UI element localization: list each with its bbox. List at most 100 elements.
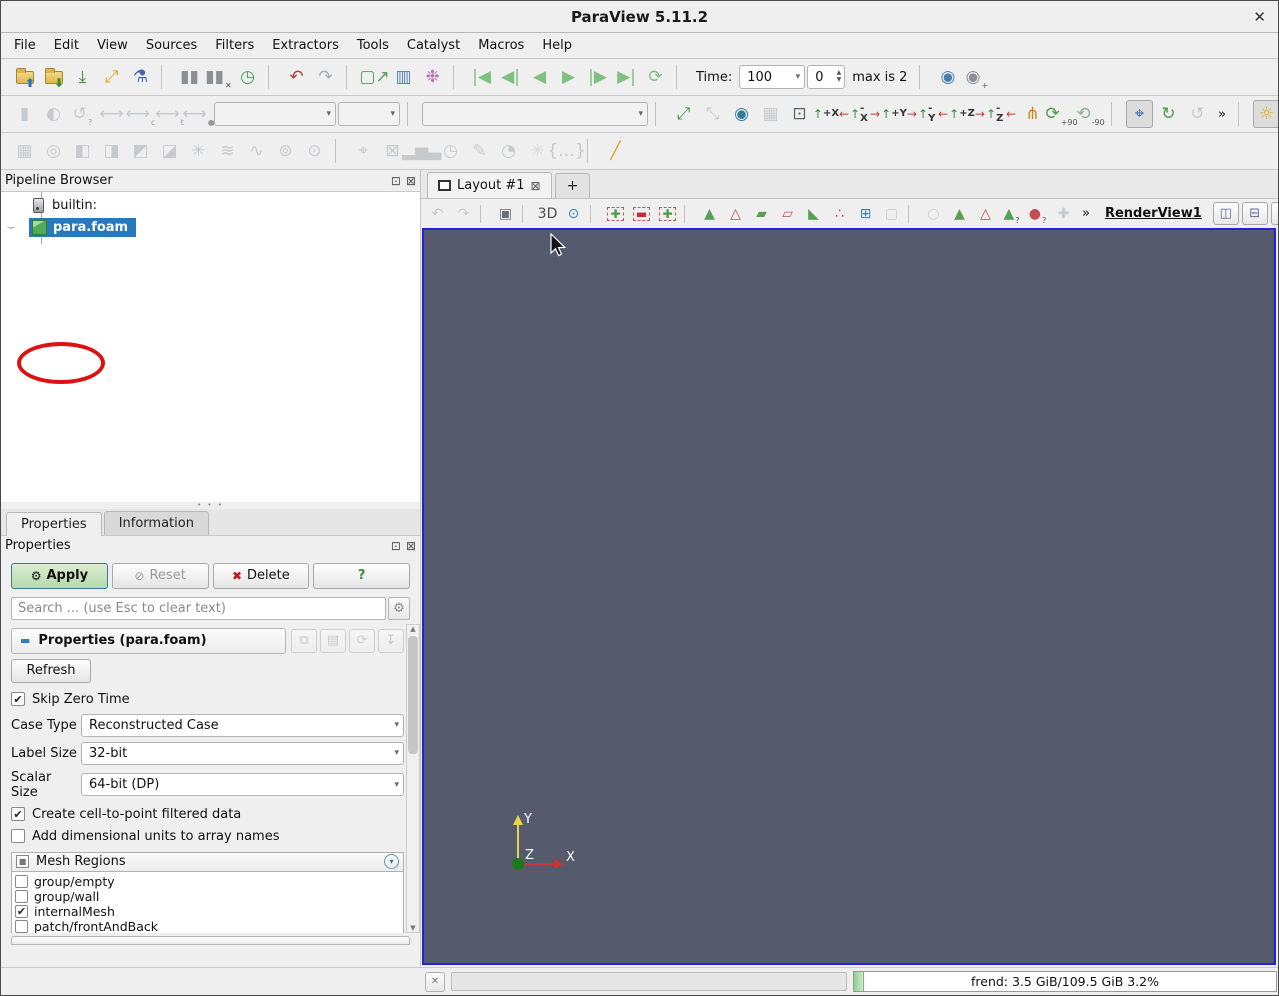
add-layout-tab-button[interactable]: +: [555, 173, 591, 198]
menu-view[interactable]: View: [88, 35, 137, 56]
loop-icon[interactable]: ⟳: [642, 63, 669, 91]
menu-catalyst[interactable]: Catalyst: [398, 35, 469, 56]
interactive-select-points-icon[interactable]: △: [973, 202, 998, 226]
mesh-region-checkbox[interactable]: ✔: [15, 905, 28, 918]
selected-source-row[interactable]: para.foam: [29, 218, 136, 237]
mesh-region-item[interactable]: ✔internalMesh: [15, 904, 403, 919]
tab-properties[interactable]: Properties: [6, 512, 102, 536]
show-orientation-axes-icon[interactable]: ⌖: [1126, 100, 1153, 128]
mesh-regions-dropdown-icon[interactable]: ▾: [384, 854, 399, 869]
next-frame-icon[interactable]: |▶: [584, 63, 611, 91]
rotate-90-clockwise-icon[interactable]: ⟳+90: [1048, 100, 1075, 128]
mesh-region-item[interactable]: group/wall: [15, 889, 403, 904]
label-size-combo[interactable]: 32-bit▾: [81, 742, 404, 765]
visibility-eye-icon[interactable]: ⌣: [1, 220, 21, 235]
properties-scrollbar[interactable]: ▲ ▼: [406, 624, 420, 934]
save-state-icon[interactable]: ⬇: [40, 63, 67, 91]
isometric-view-icon[interactable]: ⋔: [1019, 100, 1046, 128]
interactive-select-cells-icon[interactable]: ▲: [947, 202, 972, 226]
refresh-button[interactable]: Refresh: [11, 659, 91, 683]
select-cells-through-icon[interactable]: ▰: [749, 202, 774, 226]
search-input[interactable]: [11, 597, 386, 620]
select-points-on-icon[interactable]: △: [723, 202, 748, 226]
help-button[interactable]: ?: [313, 563, 410, 589]
select-block-icon[interactable]: ⊞: [853, 202, 878, 226]
menu-file[interactable]: File: [5, 35, 45, 56]
tab-layout-1[interactable]: Layout #1 ⊠: [427, 172, 552, 198]
auto-apply-icon[interactable]: ⤢: [98, 63, 125, 91]
mesh-region-checkbox[interactable]: [15, 890, 28, 903]
pipeline-close-icon[interactable]: ⊠: [406, 174, 416, 188]
reset-session-icon[interactable]: ▢↗: [361, 63, 388, 91]
split-horizontal-button[interactable]: ◫: [1213, 202, 1239, 225]
select-points-polygon-icon[interactable]: ∴: [827, 202, 852, 226]
menu-filters[interactable]: Filters: [206, 35, 263, 56]
time-value-combo[interactable]: 100▾: [739, 65, 805, 89]
modify-selection-icon[interactable]: ✚: [655, 202, 680, 226]
scroll-up-arrow-icon[interactable]: ▲: [410, 625, 415, 633]
disconnect-server-icon[interactable]: ▮▮✕: [205, 63, 232, 91]
mesh-region-item[interactable]: patch/frontAndBack: [15, 919, 403, 934]
abort-progress-button[interactable]: ✕: [425, 972, 445, 992]
mesh-region-checkbox[interactable]: [15, 920, 28, 933]
subtract-selection-icon[interactable]: ▬: [629, 202, 654, 226]
tab-information[interactable]: Information: [104, 511, 209, 535]
skip-zero-time-row[interactable]: ✔ Skip Zero Time: [11, 692, 404, 707]
redo-icon[interactable]: ↷: [312, 63, 339, 91]
favorites-flask-icon[interactable]: ⚗: [127, 63, 154, 91]
skip-zero-time-checkbox[interactable]: ✔: [11, 692, 25, 706]
menu-macros[interactable]: Macros: [469, 35, 533, 56]
maximize-view-button[interactable]: □: [1271, 202, 1279, 225]
light-kit-icon[interactable]: ☼: [1253, 100, 1279, 128]
set-view-plus-z-button[interactable]: ↑+Z→: [951, 100, 983, 128]
menu-help[interactable]: Help: [533, 35, 581, 56]
camera-add-icon[interactable]: ◉+: [963, 63, 990, 91]
pipeline-item-builtin[interactable]: builtin:: [1, 194, 420, 216]
collapse-dash-icon[interactable]: ▬: [20, 634, 30, 647]
dimensional-units-row[interactable]: Add dimensional units to array names: [11, 829, 404, 844]
panel-splitter-handle[interactable]: [1, 502, 420, 509]
mesh-region-checkbox[interactable]: [15, 875, 28, 888]
hover-cells-query-icon[interactable]: ▲?: [999, 202, 1024, 226]
hover-points-query-icon[interactable]: ●?: [1025, 202, 1050, 226]
last-frame-icon[interactable]: ▶|: [613, 63, 640, 91]
set-view-plus-x-button[interactable]: ↑+X←: [815, 100, 847, 128]
split-vertical-button[interactable]: ⊟: [1242, 202, 1268, 225]
properties-float-icon[interactable]: ⊡: [391, 539, 401, 553]
delete-button[interactable]: ✖ Delete: [213, 563, 310, 589]
first-frame-icon[interactable]: |◀: [468, 63, 495, 91]
mesh-regions-tristate-checkbox[interactable]: ■: [16, 855, 29, 868]
cell-to-point-row[interactable]: ✔ Create cell-to-point filtered data: [11, 807, 404, 822]
adjust-camera-icon[interactable]: ⊙: [561, 202, 586, 226]
menu-tools[interactable]: Tools: [348, 35, 398, 56]
cell-to-point-checkbox[interactable]: ✔: [11, 807, 25, 821]
mesh-region-item[interactable]: group/empty: [15, 874, 403, 889]
window-close-icon[interactable]: ✕: [1253, 8, 1266, 26]
color-palette-icon[interactable]: ❉: [419, 63, 446, 91]
set-view-minus-z-button[interactable]: ↑-Z←: [985, 100, 1017, 128]
select-cells-polygon-icon[interactable]: ◣: [801, 202, 826, 226]
toggle-interaction-mode-button[interactable]: 3D: [535, 202, 560, 226]
show-center-of-rotation-icon[interactable]: ↻: [1155, 100, 1182, 128]
select-cells-on-icon[interactable]: ▲: [697, 202, 722, 226]
connect-server-icon[interactable]: ▮▮: [176, 63, 203, 91]
set-view-minus-y-button[interactable]: ↑-Y←: [917, 100, 949, 128]
zoom-closest-to-data-icon[interactable]: ◉: [728, 100, 755, 128]
apply-button[interactable]: ⚙ Apply: [11, 563, 108, 589]
extract-selection-icon[interactable]: ▥: [390, 63, 417, 91]
search-options-gear-icon[interactable]: ⚙: [388, 597, 410, 620]
reverse-play-icon[interactable]: ◀: [526, 63, 553, 91]
layout-tab-close-icon[interactable]: ⊠: [531, 179, 541, 193]
scrollbar-thumb[interactable]: [408, 636, 418, 754]
menu-extractors[interactable]: Extractors: [263, 35, 348, 56]
capture-screenshot-icon[interactable]: ▣: [493, 202, 518, 226]
add-selection-icon[interactable]: ✚: [603, 202, 628, 226]
zoom-to-box-icon[interactable]: ⊡: [786, 100, 813, 128]
properties-close-icon[interactable]: ⊠: [406, 539, 416, 553]
frame-spinbox[interactable]: 0▲▼: [807, 65, 845, 89]
pipeline-float-icon[interactable]: ⊡: [391, 174, 401, 188]
render-view[interactable]: Y X Z: [422, 228, 1276, 965]
ruler-icon[interactable]: ╱: [602, 137, 629, 165]
set-view-minus-x-button[interactable]: ↑-X→: [849, 100, 881, 128]
scroll-down-arrow-icon[interactable]: ▼: [410, 924, 415, 932]
